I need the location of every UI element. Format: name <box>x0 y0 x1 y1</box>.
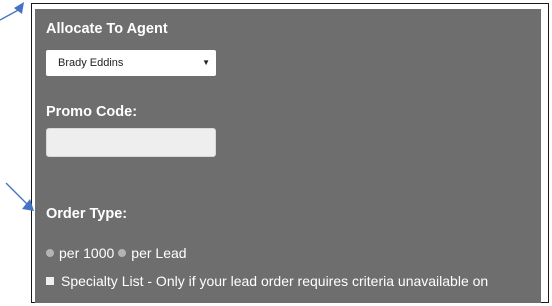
annotation-arrow-order-type <box>5 182 34 211</box>
specialty-list-checkbox[interactable] <box>46 277 54 285</box>
radio-per-1000-label: per 1000 <box>59 245 115 261</box>
allocate-to-agent-label: Allocate To Agent <box>46 21 168 37</box>
specialty-list-label: Specialty List - Only if your lead order… <box>61 273 489 289</box>
radio-per-lead-label: per Lead <box>131 245 187 261</box>
order-type-options: per 1000 per Lead <box>46 245 187 261</box>
order-type-label: Order Type: <box>46 206 128 222</box>
radio-per-lead[interactable] <box>118 249 127 257</box>
annotation-arrow-top <box>0 2 24 21</box>
order-form-panel: Allocate To Agent Brady Eddins ▼ Promo C… <box>35 9 541 303</box>
promo-code-input[interactable] <box>46 128 216 157</box>
radio-per-1000[interactable] <box>46 249 54 257</box>
promo-code-label: Promo Code: <box>46 104 138 120</box>
dropdown-chevron-icon: ▼ <box>202 58 210 67</box>
specialty-list-row: Specialty List - Only if your lead order… <box>46 273 488 289</box>
agent-select[interactable]: Brady Eddins ▼ <box>46 50 216 76</box>
agent-select-value: Brady Eddins <box>58 57 124 69</box>
